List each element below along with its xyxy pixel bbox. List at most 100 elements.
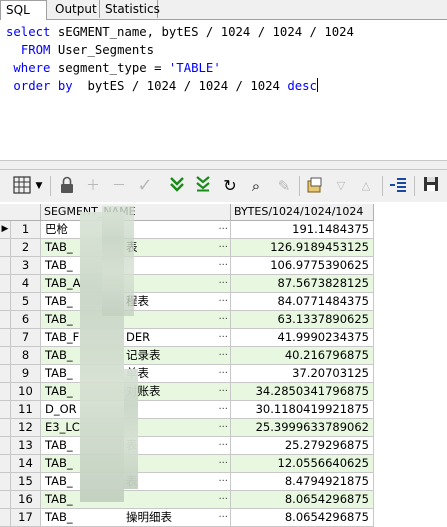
cell-ellipsis-button[interactable]: ···	[218, 257, 228, 274]
bytes-value-cell[interactable]: 12.0556640625	[231, 455, 374, 473]
refresh-icon[interactable]: ↻	[220, 176, 240, 196]
segment-name-cell[interactable]: TAB_ 程表 ···	[41, 293, 231, 311]
segment-name-text: TAB_	[45, 474, 73, 488]
bytes-value-cell[interactable]: 63.1337890625	[231, 311, 374, 329]
table-row[interactable]: 3 TAB_ ··· 106.9775390625	[0, 257, 380, 275]
cell-ellipsis-button[interactable]: ···	[218, 221, 228, 238]
segment-name-cell[interactable]: 巴枪 ···	[41, 221, 231, 239]
bytes-value-cell[interactable]: 8.0654296875	[231, 491, 374, 509]
cell-ellipsis-button[interactable]: ···	[218, 275, 228, 292]
eraser-icon[interactable]: ✎	[274, 176, 294, 196]
post-changes-icon[interactable]: ✓	[135, 176, 155, 196]
bytes-value-cell[interactable]: 25.279296875	[231, 437, 374, 455]
bytes-value-cell[interactable]: 84.0771484375	[231, 293, 374, 311]
grid-corner	[0, 204, 41, 221]
table-row[interactable]: 16 TAB_ ··· 8.0654296875	[0, 491, 380, 509]
segment-name-tail: DER	[126, 330, 151, 344]
table-row[interactable]: 11 D_OR ··· 30.1180419921875	[0, 401, 380, 419]
cell-ellipsis-button[interactable]: ···	[218, 311, 228, 328]
privacy-blur	[102, 206, 134, 316]
segment-name-text: TAB_	[45, 240, 73, 254]
cell-ellipsis-button[interactable]: ···	[218, 491, 228, 508]
delete-row-icon[interactable]: －	[109, 176, 129, 196]
bytes-value-cell[interactable]: 8.0654296875	[231, 509, 374, 527]
tab-sql[interactable]: SQL	[0, 0, 47, 20]
bytes-value-cell[interactable]: 106.9775390625	[231, 257, 374, 275]
add-row-icon[interactable]: ＋	[83, 176, 103, 196]
sql-keyword: select	[6, 25, 51, 39]
bytes-value-cell[interactable]: 34.2850341796875	[231, 383, 374, 401]
segment-name-cell[interactable]: TAB_表···	[41, 239, 231, 257]
result-grid[interactable]: SEGMENT_NAME BYTES/1024/1024/1024 ▶1 巴枪 ··…	[0, 204, 447, 527]
segment-name-text: D_OR	[45, 402, 77, 416]
single-record-view-icon[interactable]	[388, 176, 408, 196]
pane-splitter[interactable]	[0, 160, 447, 170]
export-icon[interactable]	[305, 176, 325, 196]
segment-name-cell[interactable]: TAB_ ···	[41, 311, 231, 329]
table-row[interactable]: 2TAB_表···126.9189453125	[0, 239, 380, 257]
table-row[interactable]: 9TAB_单表···37.20703125	[0, 365, 380, 383]
cell-ellipsis-button[interactable]: ···	[218, 473, 228, 490]
cell-ellipsis-button[interactable]: ···	[218, 365, 228, 382]
segment-name-text: TAB_	[45, 438, 73, 452]
bytes-value-cell[interactable]: 40.216796875	[231, 347, 374, 365]
cell-ellipsis-button[interactable]: ···	[218, 419, 228, 436]
table-row[interactable]: 10 TAB_ 对账表 ··· 34.2850341796875	[0, 383, 380, 401]
sql-editor[interactable]: select sEGMENT_name, bytES / 1024 / 1024…	[0, 20, 447, 160]
segment-name-cell[interactable]: TAB_F DER ···	[41, 329, 231, 347]
cell-ellipsis-button[interactable]: ···	[218, 329, 228, 346]
segment-name-cell[interactable]: TAB_ 记录表 ···	[41, 347, 231, 365]
bytes-value-cell[interactable]: 87.5673828125	[231, 275, 374, 293]
row-indicator	[0, 437, 11, 455]
bytes-value-cell[interactable]: 37.20703125	[231, 365, 374, 383]
sort-up-icon[interactable]: △	[356, 176, 376, 196]
cell-ellipsis-button[interactable]: ···	[218, 509, 228, 526]
table-row[interactable]: 4 TAB_A ··· 87.5673828125	[0, 275, 380, 293]
segment-name-cell[interactable]: TAB_ 操明细表 ···	[41, 509, 231, 527]
row-indicator	[0, 491, 11, 509]
cell-ellipsis-button[interactable]: ···	[218, 293, 228, 310]
bytes-value-cell[interactable]: 30.1180419921875	[231, 401, 374, 419]
table-row[interactable]: 15TAB_表···8.4794921875	[0, 473, 380, 491]
table-row[interactable]: 13TAB_表···25.279296875	[0, 437, 380, 455]
column-header-segment-name[interactable]: SEGMENT_NAME	[41, 204, 231, 221]
table-row[interactable]: 6 TAB_ ··· 63.1337890625	[0, 311, 380, 329]
bytes-value-cell[interactable]: 8.4794921875	[231, 473, 374, 491]
cell-ellipsis-button[interactable]: ···	[218, 347, 228, 364]
bytes-value-cell[interactable]: 126.9189453125	[231, 239, 374, 257]
lock-icon[interactable]	[57, 176, 77, 196]
bytes-value-cell[interactable]: 41.9990234375	[231, 329, 374, 347]
fetch-next-icon[interactable]	[167, 176, 187, 196]
binoculars-icon[interactable]: ⌕	[246, 176, 266, 196]
privacy-blur	[124, 369, 138, 489]
table-row[interactable]: 14 TAB_ ··· 12.0556640625	[0, 455, 380, 473]
segment-name-cell[interactable]: TAB_ ···	[41, 257, 231, 275]
tab-output[interactable]: Output	[50, 0, 100, 18]
cell-ellipsis-button[interactable]: ···	[218, 455, 228, 472]
row-number: 2	[11, 239, 41, 257]
grid-view-icon[interactable]	[12, 176, 32, 196]
cell-ellipsis-button[interactable]: ···	[218, 239, 228, 256]
tab-bar: SQL Output Statistics	[0, 0, 447, 20]
table-row[interactable]: ▶ 1 巴枪 ··· 191.1484375	[0, 221, 380, 239]
bytes-value-cell[interactable]: 25.3999633789062	[231, 419, 374, 437]
cell-ellipsis-button[interactable]: ···	[218, 437, 228, 454]
save-icon[interactable]	[421, 176, 441, 196]
sort-down-icon[interactable]: ▽	[331, 176, 351, 196]
dropdown-arrow-icon[interactable]: ▼	[33, 176, 45, 196]
fetch-last-icon[interactable]	[193, 176, 213, 196]
cell-ellipsis-button[interactable]: ···	[218, 383, 228, 400]
table-row[interactable]: 7 TAB_F DER ··· 41.9990234375	[0, 329, 380, 347]
segment-name-cell[interactable]: TAB_A ···	[41, 275, 231, 293]
segment-name-cell[interactable]: TAB_ ···	[41, 491, 231, 509]
bytes-value-cell[interactable]: 191.1484375	[231, 221, 374, 239]
sql-keyword: FROM	[20, 43, 51, 57]
table-row[interactable]: 17 TAB_ 操明细表 ··· 8.0654296875	[0, 509, 380, 527]
tab-statistics[interactable]: Statistics	[100, 0, 160, 18]
column-header-bytes[interactable]: BYTES/1024/1024/1024	[231, 204, 374, 221]
cell-ellipsis-button[interactable]: ···	[218, 401, 228, 418]
row-number: 12	[11, 419, 41, 437]
table-row[interactable]: 8 TAB_ 记录表 ··· 40.216796875	[0, 347, 380, 365]
table-row[interactable]: 5 TAB_ 程表 ··· 84.0771484375	[0, 293, 380, 311]
table-row[interactable]: 12 E3_LC ··· 25.3999633789062	[0, 419, 380, 437]
